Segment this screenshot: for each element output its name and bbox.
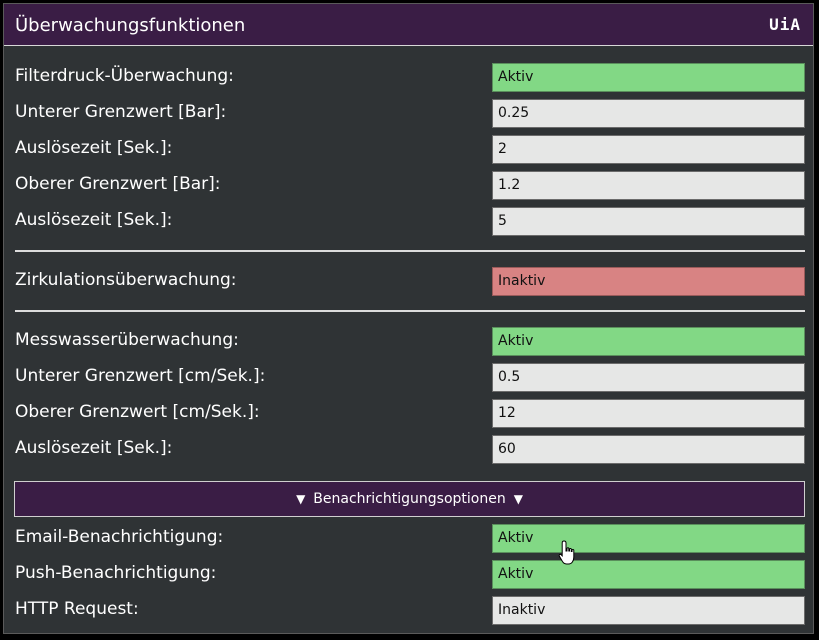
row-http-request: HTTP Request: Inaktiv — [4, 596, 813, 626]
section-divider — [15, 310, 805, 312]
measure-trigger-time-input[interactable]: 60 — [492, 435, 805, 464]
row-filter-lower-limit: Unterer Grenzwert [Bar]: 0.25 — [4, 99, 813, 129]
measure-lower-limit-input[interactable]: 0.5 — [492, 363, 805, 392]
triangle-down-icon: ▼ — [296, 492, 306, 506]
row-filter-upper-limit: Oberer Grenzwert [Bar]: 1.2 — [4, 171, 813, 201]
row-filter-pressure-monitoring: Filterdruck-Überwachung: Aktiv — [4, 63, 813, 93]
filter-lower-limit-input[interactable]: 0.25 — [492, 99, 805, 128]
label-circulation-monitoring: Zirkulationsüberwachung: — [15, 270, 237, 290]
uia-logo: UiA — [769, 15, 801, 34]
label-measure-upper-limit: Oberer Grenzwert [cm/Sek.]: — [15, 402, 260, 422]
label-filter-upper-limit: Oberer Grenzwert [Bar]: — [15, 174, 221, 194]
label-email-notification: Email-Benachrichtigung: — [15, 527, 224, 547]
label-http-request: HTTP Request: — [15, 599, 139, 619]
measure-upper-limit-input[interactable]: 12 — [492, 399, 805, 428]
row-filter-lower-trigger-time: Auslösezeit [Sek.]: 2 — [4, 135, 813, 165]
label-filter-upper-trigger-time: Auslösezeit [Sek.]: — [15, 210, 173, 230]
label-measure-trigger-time: Auslösezeit [Sek.]: — [15, 438, 173, 458]
filter-lower-trigger-time-input[interactable]: 2 — [492, 135, 805, 164]
panel-header: Überwachungsfunktionen UiA — [4, 4, 813, 46]
label-filter-pressure-monitoring: Filterdruck-Überwachung: — [15, 66, 234, 86]
http-request-toggle[interactable]: Inaktiv — [492, 596, 805, 625]
panel-title: Überwachungsfunktionen — [15, 15, 246, 36]
notification-options-label: Benachrichtigungsoptionen — [313, 491, 506, 507]
circulation-status-toggle[interactable]: Inaktiv — [492, 267, 805, 296]
triangle-down-icon: ▼ — [513, 492, 523, 506]
measure-water-status-toggle[interactable]: Aktiv — [492, 327, 805, 356]
email-notification-toggle[interactable]: Aktiv — [492, 524, 805, 553]
filter-upper-limit-input[interactable]: 1.2 — [492, 171, 805, 200]
row-measure-upper-limit: Oberer Grenzwert [cm/Sek.]: 12 — [4, 399, 813, 429]
row-filter-upper-trigger-time: Auslösezeit [Sek.]: 5 — [4, 207, 813, 237]
label-push-notification: Push-Benachrichtigung: — [15, 563, 217, 583]
label-filter-lower-limit: Unterer Grenzwert [Bar]: — [15, 102, 227, 122]
row-measure-lower-limit: Unterer Grenzwert [cm/Sek.]: 0.5 — [4, 363, 813, 393]
monitoring-panel: Überwachungsfunktionen UiA Filterdruck-Ü… — [3, 3, 814, 634]
notification-options-button[interactable]: ▼ Benachrichtigungsoptionen ▼ — [14, 481, 805, 517]
push-notification-toggle[interactable]: Aktiv — [492, 560, 805, 589]
row-circulation-monitoring: Zirkulationsüberwachung: Inaktiv — [4, 267, 813, 297]
row-email-notification: Email-Benachrichtigung: Aktiv — [4, 524, 813, 554]
row-measure-water-monitoring: Messwasserüberwachung: Aktiv — [4, 327, 813, 357]
filter-upper-trigger-time-input[interactable]: 5 — [492, 207, 805, 236]
row-push-notification: Push-Benachrichtigung: Aktiv — [4, 560, 813, 590]
section-divider — [15, 250, 805, 252]
label-measure-lower-limit: Unterer Grenzwert [cm/Sek.]: — [15, 366, 266, 386]
label-filter-lower-trigger-time: Auslösezeit [Sek.]: — [15, 138, 173, 158]
row-measure-trigger-time: Auslösezeit [Sek.]: 60 — [4, 435, 813, 465]
filter-pressure-status-toggle[interactable]: Aktiv — [492, 63, 805, 92]
label-measure-water-monitoring: Messwasserüberwachung: — [15, 330, 239, 350]
